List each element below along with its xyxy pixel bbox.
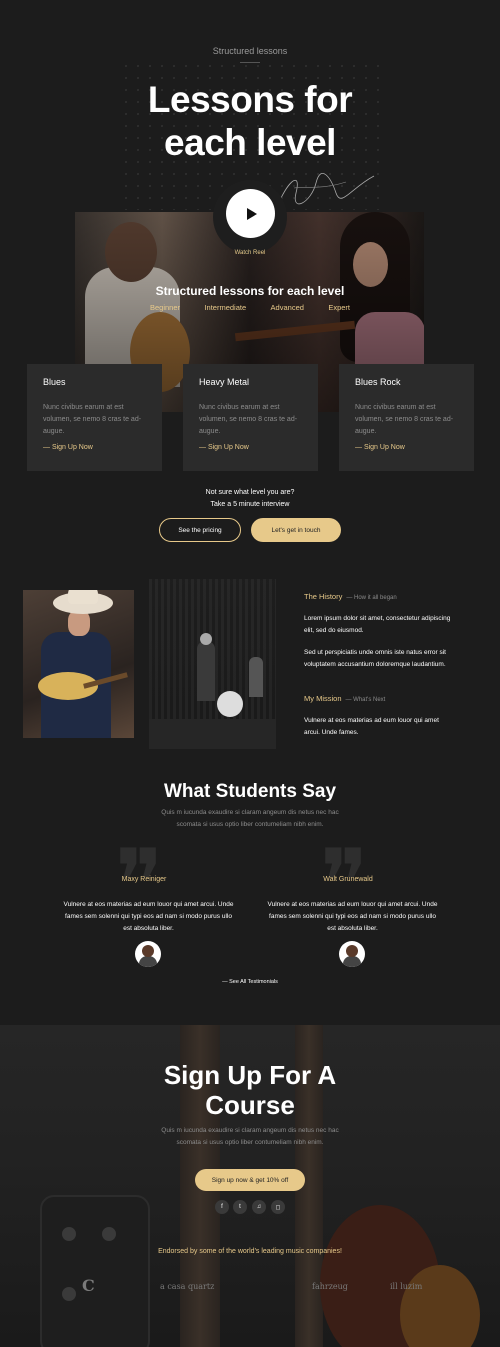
history-subtitle: — How it all began [346,595,397,601]
photo-performer-head [200,633,212,645]
sign-up-link[interactable]: — Sign Up Now [355,444,458,451]
contact-button[interactable]: Let's get in touch [251,518,341,542]
page: Structured lessons Lessons for each leve… [0,0,500,1347]
history-title: The History [304,592,343,601]
tab-expert[interactable]: Expert [328,303,350,312]
background-guitar-body [400,1265,480,1347]
pricing-button[interactable]: See the pricing [159,518,241,542]
page-title: Lessons for each level [0,78,500,164]
signup-title: Sign Up For A Course [0,1060,500,1120]
sign-up-link[interactable]: — Sign Up Now [43,444,146,451]
avatar-head [346,945,358,957]
avatar [339,941,365,967]
photo-performer [197,641,215,701]
see-all-testimonials-link[interactable]: — See All Testimonials [0,979,500,985]
tab-advanced[interactable]: Advanced [271,303,304,312]
testimonial-text: Vulnere at eos materias ad eum louor qui… [267,901,438,932]
testimonial-name: Walt Grunewald [323,876,373,883]
card-text: Nunc civibus earum at est volumen, se ne… [43,404,142,435]
play-button[interactable] [226,189,275,238]
question-line-1: Not sure what level you are? [205,489,295,496]
history-paragraph: Sed ut perspiciatis unde omnis iste natu… [304,649,446,668]
spotify-icon[interactable]: ♫ [252,1200,266,1214]
course-card: Blues Rock Nunc civibus earum at est vol… [339,364,474,471]
play-icon [247,207,257,220]
avatar [135,941,161,967]
testimonial-name: Maxy Reiniger [121,876,167,883]
facebook-icon[interactable]: f [215,1200,229,1214]
background-amp [40,1195,150,1347]
card-title: Blues Rock [355,377,401,387]
avatar-body [139,956,157,967]
signature-image [280,173,375,205]
instagram-icon[interactable]: ◻ [271,1200,285,1214]
tab-beginner[interactable]: Beginner [150,303,180,312]
section-subtitle: Structured lessons for each level [155,284,345,298]
card-title: Blues [43,377,66,387]
question-line-2: Take a 5 minute interview [210,501,290,508]
photo-hat-top [68,590,98,604]
partner-logo: fahrzeug [312,1282,348,1291]
avatar-body [343,956,361,967]
card-title: Heavy Metal [199,377,250,387]
watch-reel-label: Watch Reel [234,250,266,256]
mission-title: My Mission [304,694,342,703]
amp-knob [102,1227,116,1241]
concert-photo [149,579,276,749]
signup-subtitle: Quis m iucunda exaudire si claram angeum… [161,1127,339,1146]
level-tabs: Beginner Intermediate Advanced Expert [150,303,350,312]
musician-photo [23,590,134,738]
testimonials-title: What Students Say [163,781,337,802]
photo-drum [217,691,243,717]
photo-drummer [249,657,263,697]
testimonials-subtitle: Quis m iucunda exaudire si claram angeum… [161,809,339,828]
endorsed-text: Endorsed by some of the world's leading … [158,1248,342,1255]
card-text: Nunc civibus earum at est volumen, se ne… [355,404,454,435]
avatar-head [142,945,154,957]
history-paragraph: Lorem ipsum dolor sit amet, consectetur … [304,615,451,634]
level-question: Not sure what level you are? Take a 5 mi… [0,487,500,511]
partner-logo: C [82,1276,95,1295]
twitter-icon[interactable]: t [233,1200,247,1214]
title-line-2: each level [164,122,336,163]
signup-title-line-2: Course [205,1090,295,1120]
card-text: Nunc civibus earum at est volumen, se ne… [199,404,298,435]
mission-paragraph: Vulnere at eos materias ad eum louor qui… [304,717,439,736]
amp-knob [62,1227,76,1241]
mission-subtitle: — What's Next [345,697,386,703]
mission-heading: My Mission — What's Next [304,694,385,703]
signup-button[interactable]: Sign up now & get 10% off [195,1169,305,1191]
amp-knob [62,1287,76,1301]
partner-logo: ill luzim [390,1282,423,1291]
tab-intermediate[interactable]: Intermediate [204,303,246,312]
eyebrow-text: Structured lessons [212,46,288,56]
history-heading: The History — How it all began [304,592,397,601]
photo-stage [149,719,276,749]
sign-up-link[interactable]: — Sign Up Now [199,444,302,451]
partner-logo: a casa quartz [160,1282,215,1291]
title-line-1: Lessons for [147,79,353,120]
testimonial-text: Vulnere at eos materias ad eum louor qui… [63,901,234,932]
signup-title-line-1: Sign Up For A [163,1060,337,1090]
course-card: Blues Nunc civibus earum at est volumen,… [27,364,162,471]
course-card: Heavy Metal Nunc civibus earum at est vo… [183,364,318,471]
